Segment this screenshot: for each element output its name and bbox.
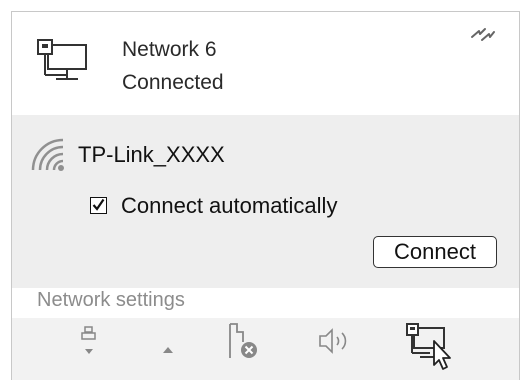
airplane-mode-icon[interactable] xyxy=(469,25,495,50)
power-unplugged-icon[interactable] xyxy=(225,322,259,367)
connect-button[interactable]: Connect xyxy=(373,236,497,268)
checkmark-icon xyxy=(92,198,105,211)
wifi-ssid: TP-Link_XXXX xyxy=(78,142,225,167)
wired-connection-item[interactable]: Network 6 Connected xyxy=(12,12,519,115)
taskbar xyxy=(12,318,519,380)
wifi-signal-icon xyxy=(31,137,67,178)
auto-connect-checkbox[interactable] xyxy=(90,197,107,214)
show-hidden-icons-arrow-icon[interactable] xyxy=(161,342,175,360)
network-flyout: Network 6 Connected TP-Link_XXXX Connect… xyxy=(11,11,520,380)
connection-status: Connected xyxy=(122,71,224,94)
connection-name: Network 6 xyxy=(122,38,217,61)
auto-connect-label: Connect automatically xyxy=(121,193,338,218)
usb-device-icon[interactable] xyxy=(81,326,97,365)
network-tray-icon[interactable] xyxy=(404,323,456,378)
wifi-network-item[interactable]: TP-Link_XXXX Connect automatically Conne… xyxy=(12,115,519,288)
volume-icon[interactable] xyxy=(317,325,357,362)
wired-network-icon xyxy=(34,39,92,90)
network-settings-link[interactable]: Network settings xyxy=(37,289,185,312)
